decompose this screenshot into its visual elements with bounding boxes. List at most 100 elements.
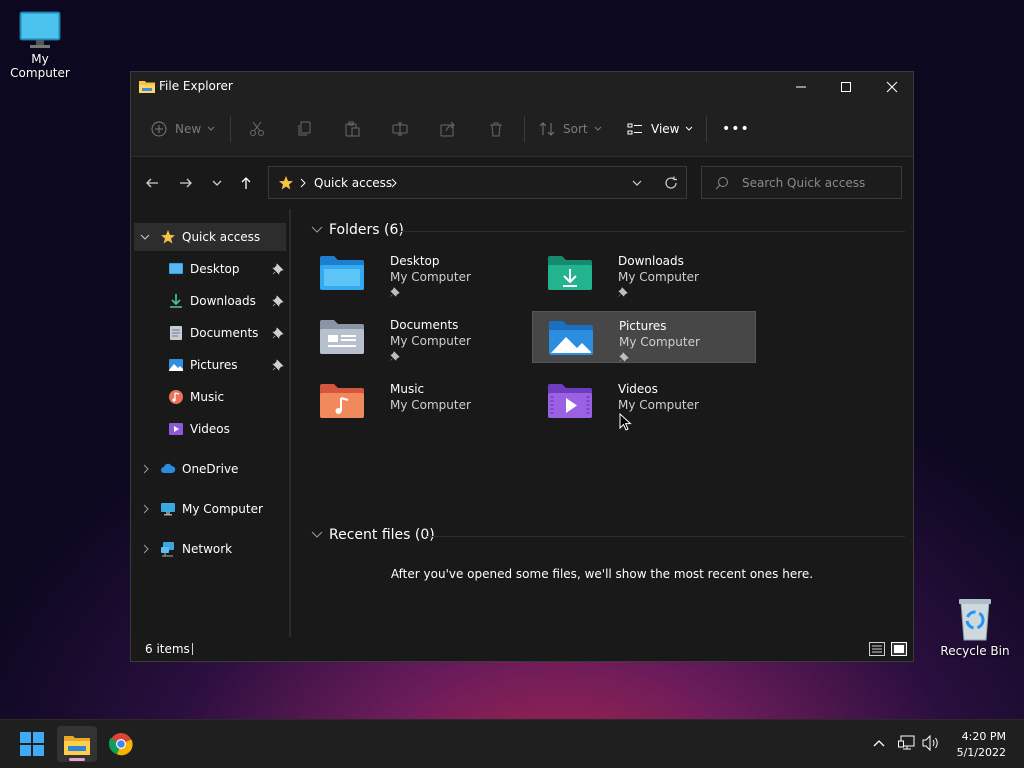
- large-icons-view-icon[interactable]: [891, 642, 907, 656]
- refresh-icon[interactable]: [664, 176, 678, 190]
- volume-icon[interactable]: [922, 735, 940, 751]
- status-divider: [192, 643, 193, 655]
- desktop-folder-icon: [320, 256, 364, 290]
- search-icon: [715, 177, 728, 190]
- close-icon: [886, 81, 898, 93]
- sidebar-item-label: Pictures: [190, 358, 238, 372]
- pin-icon: [390, 351, 400, 361]
- folder-tile-pictures[interactable]: Pictures My Computer: [532, 311, 756, 363]
- folder-location: My Computer: [618, 270, 699, 284]
- rename-button[interactable]: [392, 119, 408, 139]
- recent-header-label: Recent files (0): [329, 527, 435, 543]
- new-button[interactable]: New: [151, 119, 216, 139]
- sidebar-item-pictures[interactable]: Pictures: [134, 351, 286, 379]
- taskbar-chrome[interactable]: [101, 726, 141, 762]
- show-hidden-icons-chevron-up-icon[interactable]: [872, 737, 886, 751]
- cloud-icon: [161, 463, 176, 473]
- navigation-pane: Quick access Desktop Downloads Documents…: [131, 209, 290, 639]
- sidebar-item-quick-access[interactable]: Quick access: [134, 223, 286, 251]
- recent-locations-button[interactable]: [207, 174, 227, 192]
- maximize-icon: [841, 82, 851, 92]
- music-icon: [169, 390, 183, 404]
- network-status-icon[interactable]: [898, 735, 916, 751]
- view-button[interactable]: View: [627, 119, 694, 139]
- search-box[interactable]: Search Quick access: [701, 166, 902, 199]
- sort-label: Sort: [563, 122, 588, 136]
- sidebar-item-onedrive[interactable]: OneDrive: [134, 455, 286, 483]
- sidebar-item-label: Videos: [190, 422, 230, 436]
- sort-button[interactable]: Sort: [539, 119, 603, 139]
- arrow-up-icon: [241, 177, 251, 189]
- desktop-icon: [169, 263, 183, 274]
- sidebar-item-documents[interactable]: Documents: [134, 319, 286, 347]
- download-icon: [170, 294, 182, 308]
- more-options-button[interactable]: •••: [722, 119, 750, 139]
- content-pane: Folders (6) Desktop My Computer Download…: [291, 209, 913, 639]
- folder-tile-documents[interactable]: Documents My Computer: [304, 311, 528, 363]
- sidebar-item-network[interactable]: Network: [134, 535, 286, 563]
- folder-tile-desktop[interactable]: Desktop My Computer: [304, 247, 528, 299]
- folder-tile-videos[interactable]: Videos My Computer: [532, 375, 756, 427]
- folder-location: My Computer: [390, 334, 471, 348]
- back-button[interactable]: [142, 174, 162, 192]
- close-button[interactable]: [869, 72, 915, 102]
- plus-circle-icon: [151, 121, 167, 137]
- toolbar-separator: [524, 116, 525, 142]
- delete-button[interactable]: [488, 119, 504, 139]
- folder-tile-downloads[interactable]: Downloads My Computer: [532, 247, 756, 299]
- trash-icon: [490, 122, 502, 137]
- desktop-my-computer[interactable]: My Computer: [0, 10, 80, 80]
- section-divider: [401, 231, 905, 232]
- folders-section-header[interactable]: Folders (6): [311, 222, 404, 238]
- up-button[interactable]: [236, 174, 256, 192]
- chevron-down-icon[interactable]: [631, 177, 643, 189]
- star-icon: [279, 176, 293, 190]
- folder-name: Music: [390, 382, 425, 396]
- sidebar-item-my-computer[interactable]: My Computer: [134, 495, 286, 523]
- toolbar-separator: [706, 116, 707, 142]
- folder-name: Videos: [618, 382, 658, 396]
- address-location[interactable]: Quick access: [314, 176, 392, 190]
- sidebar-item-label: Documents: [190, 326, 259, 340]
- share-button[interactable]: [440, 119, 456, 139]
- sidebar-item-downloads[interactable]: Downloads: [134, 287, 286, 315]
- folder-name: Documents: [390, 318, 459, 332]
- system-clock[interactable]: 4:20 PM 5/1/2022: [957, 729, 1006, 761]
- pin-icon: [618, 287, 628, 297]
- minimize-button[interactable]: [778, 72, 824, 102]
- cut-button[interactable]: [249, 119, 265, 139]
- file-explorer-icon: [64, 736, 90, 755]
- address-bar[interactable]: Quick access: [268, 166, 687, 199]
- sidebar-item-videos[interactable]: Videos: [134, 415, 286, 443]
- start-button[interactable]: [12, 726, 52, 762]
- recent-files-section-header[interactable]: Recent files (0): [311, 527, 435, 543]
- chevron-down-icon: [212, 180, 222, 186]
- scissors-icon: [250, 121, 264, 136]
- folder-tile-music[interactable]: Music My Computer: [304, 375, 528, 427]
- music-folder-icon: [320, 384, 364, 418]
- sidebar-item-label: Network: [182, 542, 233, 556]
- sidebar-item-desktop[interactable]: Desktop: [134, 255, 286, 283]
- pin-icon: [619, 352, 629, 362]
- details-view-icon[interactable]: [869, 642, 885, 656]
- forward-button[interactable]: [176, 174, 196, 192]
- folder-name: Pictures: [619, 319, 667, 333]
- copy-button[interactable]: [297, 119, 313, 139]
- sidebar-item-music[interactable]: Music: [134, 383, 286, 411]
- new-label: New: [175, 122, 202, 136]
- taskbar-file-explorer[interactable]: [57, 726, 97, 762]
- title-bar[interactable]: File Explorer: [131, 72, 913, 102]
- paste-button[interactable]: [344, 119, 360, 139]
- active-indicator: [69, 758, 85, 761]
- folders-header-label: Folders (6): [329, 222, 404, 238]
- maximize-button[interactable]: [823, 72, 869, 102]
- view-label: View: [651, 122, 680, 136]
- chevron-right-icon: [143, 544, 149, 554]
- pin-icon: [272, 295, 284, 307]
- paste-icon: [345, 121, 360, 137]
- desktop-recycle-bin[interactable]: Recycle Bin: [935, 596, 1015, 658]
- sidebar-item-label: Quick access: [182, 230, 261, 244]
- section-divider: [427, 536, 905, 537]
- network-icon: [161, 542, 174, 557]
- folder-name: Desktop: [390, 254, 440, 268]
